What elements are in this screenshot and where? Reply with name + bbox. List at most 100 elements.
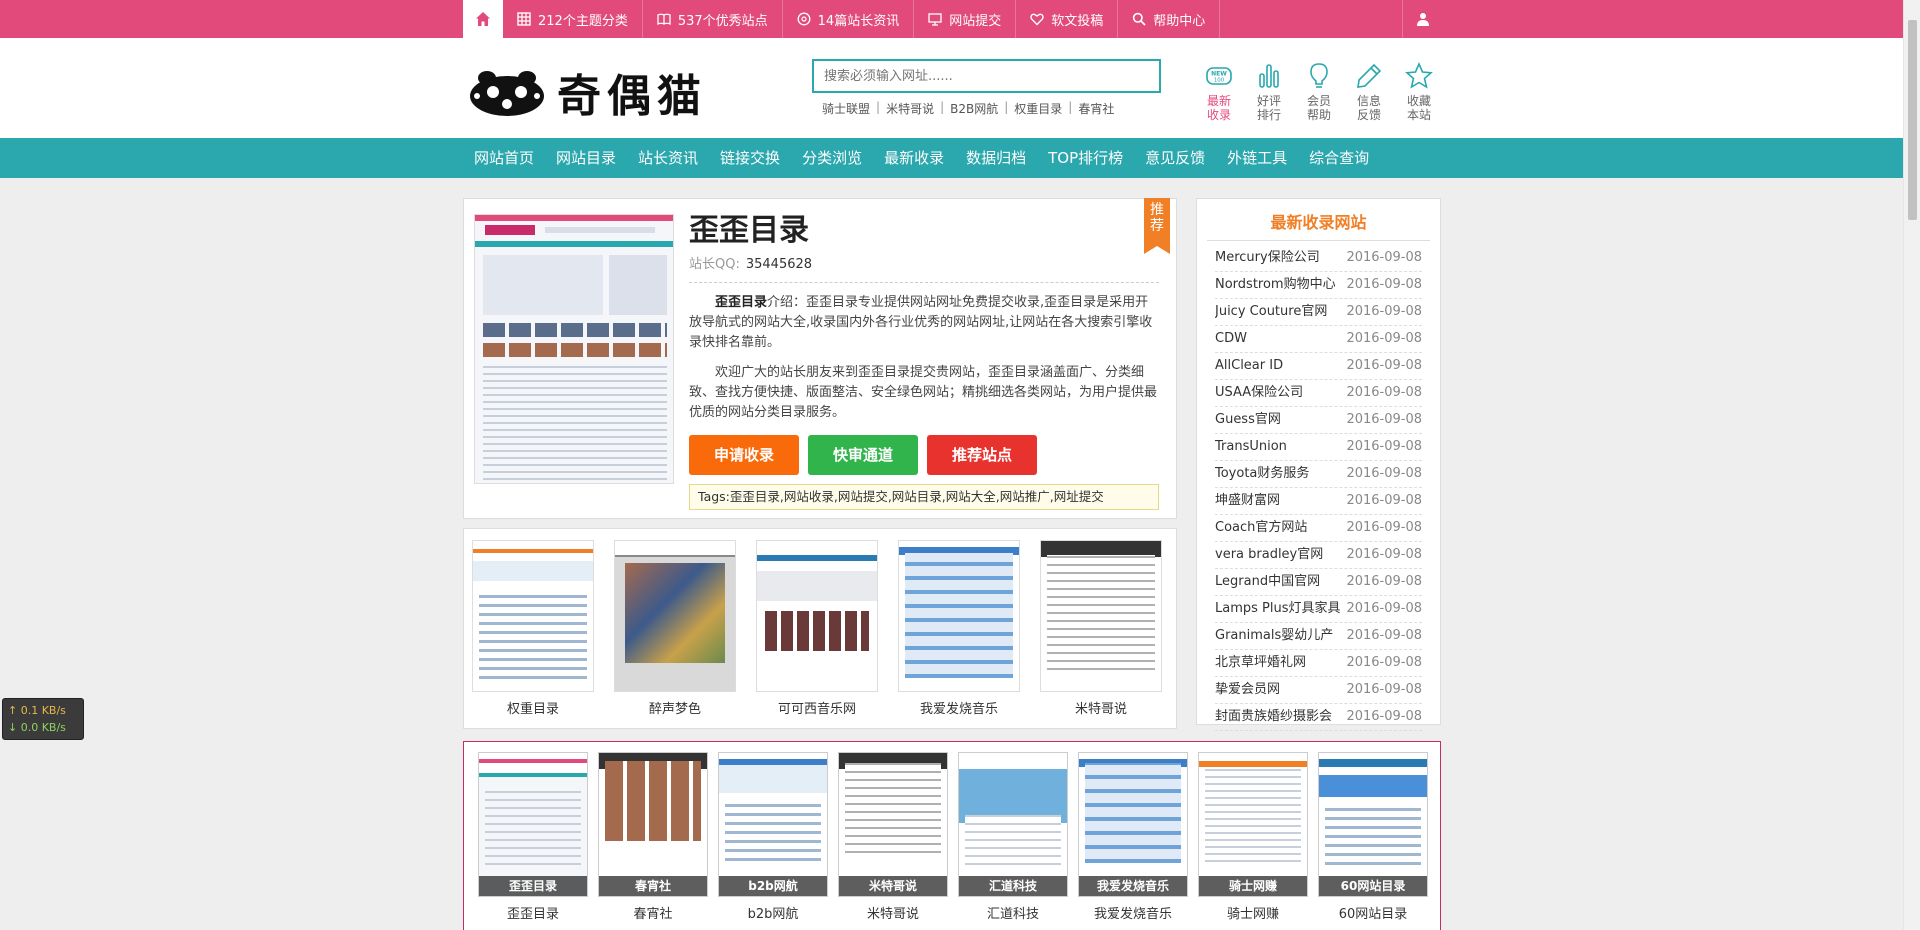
latest-site-link[interactable]: Coach官方网站 [1215, 515, 1343, 541]
page-scrollbar[interactable] [1903, 0, 1920, 930]
nav-feedback[interactable]: 意见反馈 [1134, 138, 1216, 178]
topbar-contribute[interactable]: 软文投稿 [1016, 0, 1119, 38]
recommend-button[interactable]: 推荐站点 [927, 435, 1037, 475]
home-link[interactable] [463, 0, 503, 38]
latest-title: 最新收录网站 [1207, 209, 1430, 241]
nav-news[interactable]: 站长资讯 [627, 138, 709, 178]
related-site[interactable]: 可可西音乐网 [756, 540, 878, 717]
user-button[interactable] [1402, 0, 1442, 38]
topbar-news[interactable]: 14篇站长资讯 [783, 0, 915, 38]
nav-latest[interactable]: 最新收录 [873, 138, 955, 178]
related-site[interactable]: 醉声梦色 [614, 540, 736, 717]
featured-site[interactable]: 汇道科技 汇道科技 [958, 752, 1068, 922]
site-thumbnail [1040, 540, 1162, 692]
latest-site-date: 2016-09-08 [1346, 493, 1422, 508]
latest-site-link[interactable]: Lamps Plus灯具家具 [1215, 596, 1343, 622]
latest-site-date: 2016-09-08 [1346, 601, 1422, 616]
featured-site[interactable]: 米特哥说 米特哥说 [838, 752, 948, 922]
latest-site-date: 2016-09-08 [1346, 331, 1422, 346]
latest-site-date: 2016-09-08 [1346, 250, 1422, 265]
site-thumbnail: 骑士网赚 [1198, 752, 1308, 897]
site-title: 歪歪目录 [689, 213, 809, 248]
quick-help[interactable]: 会员 帮助 [1294, 62, 1344, 122]
site-screenshot[interactable] [474, 214, 674, 484]
site-detail-panel: 推荐 歪歪目录 站长QQ: 35445628 歪歪目录介绍：歪歪目录专业提供网站网… [463, 198, 1177, 519]
nav-categories[interactable]: 分类浏览 [791, 138, 873, 178]
list-item: 北京草坪婚礼网 2016-09-08 [1215, 650, 1422, 677]
list-item: Guess官网 2016-09-08 [1215, 407, 1422, 434]
latest-site-link[interactable]: Toyota财务服务 [1215, 461, 1343, 487]
nav-top[interactable]: TOP排行榜 [1037, 138, 1134, 178]
latest-site-link[interactable]: USAA保险公司 [1215, 380, 1343, 406]
download-speed: ↓ 0.0 KB/s [8, 721, 66, 734]
topbar-categories[interactable]: 212个主题分类 [503, 0, 643, 38]
site-thumbnail: 汇道科技 [958, 752, 1068, 897]
quick-feedback[interactable]: 信息 反馈 [1344, 62, 1394, 122]
featured-site-name: 我爱发烧音乐 [1093, 907, 1172, 922]
related-site[interactable]: 我爱发烧音乐 [898, 540, 1020, 717]
nav-query[interactable]: 综合查询 [1298, 138, 1380, 178]
latest-site-link[interactable]: 北京草坪婚礼网 [1215, 650, 1343, 676]
featured-site[interactable]: 春宵社 春宵社 [598, 752, 708, 922]
latest-site-date: 2016-09-08 [1346, 655, 1422, 670]
latest-site-date: 2016-09-08 [1346, 439, 1422, 454]
latest-site-link[interactable]: Guess官网 [1215, 407, 1343, 433]
list-item: Lamps Plus灯具家具 2016-09-08 [1215, 596, 1422, 623]
site-detail-body: 歪歪目录 站长QQ: 35445628 歪歪目录介绍：歪歪目录专业提供网站网址免费… [689, 211, 1159, 510]
nav-directory[interactable]: 网站目录 [545, 138, 627, 178]
hot-link[interactable]: 权重目录 [1014, 100, 1062, 117]
quick-bookmark[interactable]: 收藏 本站 [1394, 62, 1444, 122]
bar-chart-icon [1259, 64, 1279, 88]
search-input[interactable] [812, 59, 1161, 93]
topbar-sites[interactable]: 537个优秀站点 [643, 0, 783, 38]
latest-site-date: 2016-09-08 [1346, 412, 1422, 427]
list-item: USAA保险公司 2016-09-08 [1215, 380, 1422, 407]
featured-site-name: 骑士网赚 [1226, 907, 1279, 922]
featured-site[interactable]: b2b网航 b2b网航 [718, 752, 828, 922]
related-site-name: 米特哥说 [1074, 702, 1127, 717]
scroll-thumb[interactable] [1908, 20, 1917, 220]
fast-review-button[interactable]: 快审通道 [808, 435, 918, 475]
featured-site[interactable]: 我爱发烧音乐 我爱发烧音乐 [1078, 752, 1188, 922]
latest-site-link[interactable]: Nordstrom购物中心 [1215, 272, 1343, 298]
featured-site[interactable]: 歪歪目录 歪歪目录 [478, 752, 588, 922]
featured-site[interactable]: 骑士网赚 骑士网赚 [1198, 752, 1308, 922]
hot-link[interactable]: 米特哥说 [886, 100, 934, 117]
site-thumbnail [614, 540, 736, 692]
latest-site-date: 2016-09-08 [1346, 682, 1422, 697]
apply-button[interactable]: 申请收录 [689, 435, 799, 475]
latest-site-link[interactable]: Mercury保险公司 [1215, 245, 1343, 271]
nav-archive[interactable]: 数据归档 [955, 138, 1037, 178]
new-badge-icon: NEW100 [1206, 67, 1232, 85]
latest-site-date: 2016-09-08 [1346, 520, 1422, 535]
nav-home[interactable]: 网站首页 [463, 138, 545, 178]
latest-site-link[interactable]: Legrand中国官网 [1215, 569, 1343, 595]
site-thumbnail: 春宵社 [598, 752, 708, 897]
hot-link[interactable]: 骑士联盟 [822, 100, 870, 117]
related-site[interactable]: 米特哥说 [1040, 540, 1162, 717]
hot-link[interactable]: B2B网航 [950, 100, 998, 117]
nav-tools[interactable]: 外链工具 [1216, 138, 1298, 178]
latest-site-link[interactable]: AllClear ID [1215, 353, 1343, 379]
latest-site-link[interactable]: TransUnion [1215, 434, 1343, 460]
topbar-submit[interactable]: 网站提交 [914, 0, 1017, 38]
featured-site[interactable]: 60网站目录 60网站目录 [1318, 752, 1428, 922]
network-speed-widget[interactable]: ↑ 0.1 KB/s ↓ 0.0 KB/s [2, 698, 84, 740]
latest-site-link[interactable]: Granimals婴幼儿产 [1215, 623, 1343, 649]
latest-site-link[interactable]: Juicy Couture官网 [1215, 299, 1343, 325]
latest-site-link[interactable]: vera bradley官网 [1215, 542, 1343, 568]
topbar-help[interactable]: 帮助中心 [1118, 0, 1221, 38]
quick-latest[interactable]: NEW 100 最新 收录 [1194, 62, 1244, 122]
nav-link-exchange[interactable]: 链接交换 [709, 138, 791, 178]
latest-site-link[interactable]: 坤盛财富网 [1215, 488, 1343, 514]
quick-rank[interactable]: 好评 排行 [1244, 62, 1294, 122]
latest-site-link[interactable]: CDW [1215, 326, 1343, 352]
site-logo[interactable]: 奇偶猫 [467, 60, 707, 124]
featured-site-name: 歪歪目录 [506, 907, 559, 922]
main-nav: 网站首页 网站目录 站长资讯 链接交换 分类浏览 最新收录 数据归档 TOP排行… [0, 138, 1920, 178]
hot-link[interactable]: 春宵社 [1078, 100, 1114, 117]
related-site[interactable]: 权重目录 [472, 540, 594, 717]
list-item: Toyota财务服务 2016-09-08 [1215, 461, 1422, 488]
latest-site-link[interactable]: 封面贵族婚纱摄影会 [1215, 704, 1343, 730]
latest-site-link[interactable]: 挚爱会员网 [1215, 677, 1343, 703]
